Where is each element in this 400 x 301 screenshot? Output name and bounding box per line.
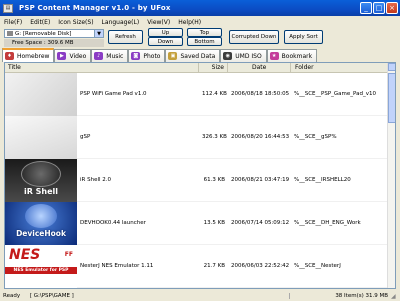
row-folder: %__SCE__gSP% <box>294 134 337 140</box>
menu-view[interactable]: View(V) <box>143 19 174 26</box>
row-title: NesterJ NES Emulator 1.11 <box>80 263 154 269</box>
title-bar: ▤ PSP Content Manager v1.0 - by UFox _ □… <box>0 0 400 16</box>
tab-label: Video <box>69 52 87 60</box>
tab-homebrew[interactable]: ♦ Homebrew <box>2 48 55 62</box>
tab-bookmark[interactable]: ★ Bookmark <box>266 49 318 62</box>
drive-icon <box>7 31 13 36</box>
thumbnail <box>5 115 77 159</box>
maximize-icon[interactable]: □ <box>373 2 385 14</box>
tab-umd-iso[interactable]: ◉ UMD ISO <box>220 49 267 62</box>
menu-bar: File(F) Edit(E) Icon Size(S) Language(L)… <box>0 16 400 28</box>
minimize-icon[interactable]: _ <box>360 2 372 14</box>
free-space-label: Free Space : 309.6 MB <box>4 39 104 47</box>
tab-label: UMD ISO <box>235 52 262 60</box>
window-title: PSP Content Manager v1.0 - by UFox <box>19 4 171 12</box>
thumbnail: iR Shell <box>5 158 77 202</box>
row-folder: %__SCE__IRSHELL20 <box>294 177 351 183</box>
category-tabs: ♦ Homebrew ▶ Video ♪ Music ◙ Photo ▣ Sav… <box>0 48 400 62</box>
table-row[interactable]: NES FF NES Emulator for PSP NesterJ NES … <box>5 244 395 288</box>
corrupted-down-button[interactable]: Corrupted Down <box>229 30 279 44</box>
thumbnail <box>5 72 77 116</box>
app-icon[interactable]: ▤ <box>3 3 13 13</box>
row-date: 2006/08/20 16:44:53 <box>231 134 290 140</box>
thumbnail: NES FF NES Emulator for PSP <box>5 244 77 288</box>
tab-label: Music <box>106 52 124 60</box>
row-folder: %__SCE__PSP_Game_Pad_v10 <box>294 91 376 97</box>
drive-value: G: [Removable Disk] <box>15 30 72 37</box>
row-title: DEVHOOK0.44 launcher <box>80 220 146 226</box>
close-icon[interactable]: × <box>386 2 398 14</box>
row-date: 2006/06/03 22:52:42 <box>231 263 290 269</box>
table-row[interactable]: PSP WiFi Game Pad v1.0 112.4 KB 2006/08/… <box>5 72 395 116</box>
nes-logo-accent: FF <box>64 250 73 258</box>
window-controls: _ □ × <box>360 2 398 14</box>
row-folder: %__SCE__NesterJ <box>294 263 341 269</box>
list-header: Title Size Date Folder <box>5 63 395 73</box>
content-list[interactable]: Title Size Date Folder PSP WiFi Game Pad… <box>4 62 396 289</box>
row-title: iR Shell 2.0 <box>80 177 112 183</box>
row-date: 2006/08/21 03:47:19 <box>231 177 290 183</box>
tab-label: Saved Data <box>180 52 216 60</box>
up-button[interactable]: Up <box>148 28 183 37</box>
status-ready: Ready <box>3 293 21 299</box>
photo-icon: ◙ <box>131 52 141 60</box>
column-header-date[interactable]: Date <box>228 63 291 72</box>
status-item-count: 38 Item(s) 31.9 MB <box>335 293 388 299</box>
irshell-logo: iR Shell <box>23 186 59 196</box>
tab-label: Bookmark <box>281 52 313 60</box>
music-icon: ♪ <box>94 52 104 60</box>
row-title: PSP WiFi Game Pad v1.0 <box>80 91 147 97</box>
tab-music[interactable]: ♪ Music <box>91 49 129 62</box>
homebrew-icon: ♦ <box>5 52 14 60</box>
apply-sort-button[interactable]: Apply Sort <box>284 30 323 44</box>
chevron-down-icon[interactable]: ▼ <box>94 30 103 37</box>
column-header-folder[interactable]: Folder <box>291 63 389 72</box>
row-size: 326.3 KB <box>202 134 227 140</box>
scroll-up-icon[interactable] <box>388 63 395 71</box>
row-size: 112.4 KB <box>202 91 227 97</box>
row-date: 2006/08/18 18:50:05 <box>231 91 290 97</box>
down-button[interactable]: Down <box>148 37 183 46</box>
saved-data-icon: ▣ <box>168 52 178 60</box>
row-title: gSP <box>80 134 91 140</box>
vertical-scrollbar[interactable] <box>387 63 395 288</box>
row-date: 2006/07/14 05:09:12 <box>231 220 290 226</box>
tab-label: Homebrew <box>17 52 50 60</box>
column-header-size[interactable]: Size <box>199 63 228 72</box>
row-size: 13.5 KB <box>203 220 225 226</box>
row-folder: %__SCE__DH_ENG_Work <box>294 220 361 226</box>
toolbar: G: [Removable Disk] ▼ Free Space : 309.6… <box>0 28 400 48</box>
umd-iso-icon: ◉ <box>223 52 233 60</box>
menu-edit[interactable]: Edit(E) <box>26 19 54 26</box>
top-button[interactable]: Top <box>187 28 222 37</box>
table-row[interactable]: gSP 326.3 KB 2006/08/20 16:44:53 %__SCE_… <box>5 115 395 159</box>
menu-language[interactable]: Language(L) <box>98 19 144 26</box>
tab-photo[interactable]: ◙ Photo <box>128 49 166 62</box>
status-path: [ G:\PSP\GAME ] <box>29 293 74 299</box>
bookmark-icon: ★ <box>269 52 279 60</box>
refresh-button[interactable]: Refresh <box>108 30 143 44</box>
column-header-title[interactable]: Title <box>5 63 199 72</box>
thumbnail: DeviceHook <box>5 201 77 245</box>
devicehook-logo: DeviceHook <box>16 228 66 238</box>
tab-video[interactable]: ▶ Video <box>54 49 92 62</box>
table-row[interactable]: iR Shell iR Shell 2.0 61.3 KB 2006/08/21… <box>5 158 395 202</box>
menu-file[interactable]: File(F) <box>0 19 26 26</box>
scroll-thumb[interactable] <box>388 73 395 123</box>
row-size: 61.3 KB <box>203 177 225 183</box>
row-size: 21.7 KB <box>203 263 225 269</box>
nes-logo-subtitle: NES Emulator for PSP <box>5 266 77 274</box>
tab-saved-data[interactable]: ▣ Saved Data <box>165 49 221 62</box>
bottom-button[interactable]: Bottom <box>187 37 222 46</box>
menu-help[interactable]: Help(H) <box>174 19 205 26</box>
video-icon: ▶ <box>57 52 67 60</box>
resize-grip-icon[interactable]: ◢ <box>391 293 399 301</box>
drive-select[interactable]: G: [Removable Disk] ▼ <box>4 29 104 38</box>
menu-icon-size[interactable]: Icon Size(S) <box>54 19 97 26</box>
status-left: Ready [ G:\PSP\GAME ] <box>0 293 290 299</box>
table-row[interactable]: DeviceHook DEVHOOK0.44 launcher 13.5 KB … <box>5 201 395 245</box>
tab-label: Photo <box>143 52 161 60</box>
status-bar: Ready [ G:\PSP\GAME ] 38 Item(s) 31.9 MB… <box>0 291 400 301</box>
